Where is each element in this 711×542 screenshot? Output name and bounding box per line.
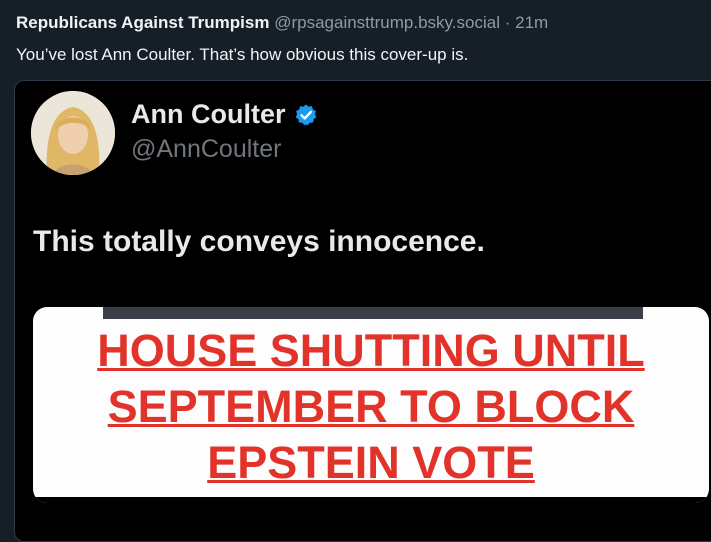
quoted-media-image[interactable]: HOUSE SHUTTING UNTIL SEPTEMBER TO BLOCK … (33, 307, 709, 503)
quoted-author-name[interactable]: Ann Coulter (131, 99, 318, 130)
media-bottom-edge (33, 497, 709, 503)
author-handle[interactable]: @rpsagainsttrump.bsky.social (274, 13, 500, 32)
author-name[interactable]: Republicans Against Trumpism (16, 13, 269, 32)
avatar[interactable] (31, 91, 115, 175)
post-timestamp[interactable]: 21m (515, 13, 548, 32)
headline-line-1: HOUSE SHUTTING UNTIL (97, 325, 645, 376)
media-headline: HOUSE SHUTTING UNTIL SEPTEMBER TO BLOCK … (33, 323, 709, 491)
quoted-author-name-text: Ann Coulter (131, 99, 286, 129)
quoted-post-embed[interactable]: Ann Coulter @AnnCoulter This totally con… (14, 80, 711, 542)
verified-badge-icon (294, 103, 318, 127)
quoted-author-handle[interactable]: @AnnCoulter (131, 135, 281, 164)
media-photo-strip (103, 307, 643, 319)
quoted-post-text: This totally conveys innocence. (33, 225, 485, 258)
headline-line-2: SEPTEMBER TO BLOCK (107, 381, 635, 432)
avatar-image (31, 91, 115, 175)
post-text: You’ve lost Ann Coulter. That’s how obvi… (16, 45, 469, 64)
header-separator: · (504, 13, 511, 32)
headline-line-3: EPSTEIN VOTE (207, 437, 535, 488)
post-header: Republicans Against Trumpism @rpsagainst… (16, 12, 548, 34)
